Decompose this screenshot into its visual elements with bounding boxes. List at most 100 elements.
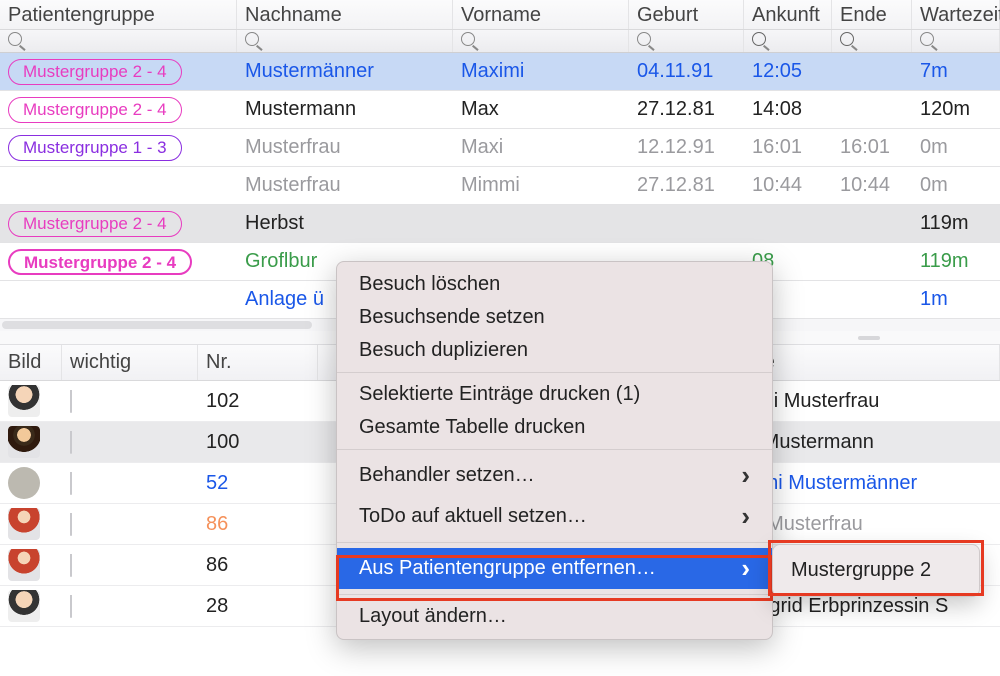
search-icon: [461, 32, 475, 46]
col-header-bild[interactable]: Bild: [0, 345, 62, 380]
cell-ankunft: 10:44: [744, 174, 832, 197]
cell-geburt: 27.12.81: [629, 174, 744, 197]
table-row[interactable]: Mustergruppe 1 - 3 MusterfrauMaxi12.12.91…: [0, 129, 1000, 167]
avatar: [8, 590, 40, 622]
important-checkbox[interactable]: [70, 595, 72, 618]
avatar: [8, 549, 40, 581]
cell-avatar: [0, 549, 62, 581]
cell-wichtig: [62, 472, 198, 495]
filter-vorname[interactable]: [453, 30, 629, 52]
cell-nachname: Musterfrau: [237, 174, 453, 197]
menu-separator: [337, 542, 772, 543]
important-checkbox[interactable]: [70, 554, 72, 577]
cell-nr: 52: [198, 472, 318, 495]
menu-separator: [337, 594, 772, 595]
filter-wartezeit[interactable]: [912, 30, 1000, 52]
menu-item-label: Selektierte Einträge drucken (1): [359, 383, 640, 406]
cell-vorname: Max: [453, 98, 629, 121]
col-header-wichtig[interactable]: wichtig: [62, 345, 198, 380]
cell-nr: 28: [198, 595, 318, 618]
cell-nachname: Mustermänner: [237, 60, 453, 83]
cell-wichtig: [62, 554, 198, 577]
cell-nachname: Mustermann: [237, 98, 453, 121]
group-pill: Mustergruppe 2 - 4: [8, 249, 192, 275]
context-submenu[interactable]: Mustergruppe 2: [772, 544, 980, 597]
menu-item[interactable]: Layout ändern…: [337, 600, 772, 633]
cell-group: Mustergruppe 2 - 4: [0, 249, 237, 275]
cell-group: Mustergruppe 2 - 4: [0, 97, 237, 123]
avatar: [8, 508, 40, 540]
cell-avatar: [0, 467, 62, 499]
cell-wichtig: [62, 390, 198, 413]
filter-ankunft[interactable]: [744, 30, 832, 52]
cell-wartezeit: 0m: [912, 174, 1000, 197]
cell-ankunft: 16:01: [744, 136, 832, 159]
menu-item[interactable]: Besuch löschen: [337, 268, 772, 301]
filter-ende[interactable]: [832, 30, 912, 52]
menu-item[interactable]: Gesamte Tabelle drucken: [337, 411, 772, 444]
table-row[interactable]: Mustergruppe 2 - 4MustermännerMaximi04.1…: [0, 53, 1000, 91]
cell-group: Mustergruppe 2 - 4: [0, 211, 237, 237]
table-row[interactable]: Mustergruppe 2 - 4 Herbst 119m: [0, 205, 1000, 243]
cell-nr: 86: [198, 513, 318, 536]
cell-ankunft: 12:05: [744, 60, 832, 83]
avatar: [8, 426, 40, 458]
col-header-nachname[interactable]: Nachname: [237, 0, 453, 29]
col-header-wartezeit[interactable]: Wartezeit: [912, 0, 1000, 29]
cell-ende: 16:01: [832, 136, 912, 159]
cell-nachname: Herbst: [237, 212, 453, 235]
menu-item-label: ToDo auf aktuell setzen…: [359, 505, 587, 528]
cell-nachname: Musterfrau: [237, 136, 453, 159]
menu-item[interactable]: Behandler setzen…: [337, 455, 772, 496]
cell-wartezeit: 119m: [912, 250, 1000, 273]
table-row[interactable]: Mustergruppe 2 - 4MustermannMax27.12.81 1…: [0, 91, 1000, 129]
filter-nachname[interactable]: [237, 30, 453, 52]
cell-wartezeit: 120m: [912, 98, 1000, 121]
submenu-item-mustergruppe-2[interactable]: Mustergruppe 2: [773, 551, 979, 590]
col-header-vorname[interactable]: Vorname: [453, 0, 629, 29]
menu-item[interactable]: Besuch duplizieren: [337, 334, 772, 367]
table-row[interactable]: MusterfrauMimmi27.12.8110:4410:440m: [0, 167, 1000, 205]
menu-item-label: Layout ändern…: [359, 605, 507, 628]
col-header-ende[interactable]: Ende: [832, 0, 912, 29]
important-checkbox[interactable]: [70, 431, 72, 454]
divider-handle-icon: [858, 336, 880, 340]
cell-nr: 102: [198, 390, 318, 413]
filter-patientengruppe[interactable]: [0, 30, 237, 52]
col-header-nr[interactable]: Nr.: [198, 345, 318, 380]
cell-geburt: 27.12.81: [629, 98, 744, 121]
search-icon: [245, 32, 259, 46]
menu-item-label: Besuch duplizieren: [359, 339, 528, 362]
cell-vorname: Maxi: [453, 136, 629, 159]
cell-geburt: 12.12.91: [629, 136, 744, 159]
cell-avatar: [0, 426, 62, 458]
cell-nr: 86: [198, 554, 318, 577]
scrollbar-thumb[interactable]: [2, 321, 312, 329]
search-icon: [637, 32, 651, 46]
cell-wichtig: [62, 513, 198, 536]
important-checkbox[interactable]: [70, 390, 72, 413]
menu-item-label: Besuch löschen: [359, 273, 500, 296]
context-menu[interactable]: Besuch löschen Besuchsende setzen Besuch d…: [336, 261, 773, 640]
menu-item[interactable]: Selektierte Einträge drucken (1): [337, 378, 772, 411]
important-checkbox[interactable]: [70, 513, 72, 536]
top-header-row: Patientengruppe Nachname Vorname Geburt …: [0, 0, 1000, 30]
cell-wartezeit: 1m: [912, 288, 1000, 311]
cell-wartezeit: 119m: [912, 212, 1000, 235]
col-header-patientengruppe[interactable]: Patientengruppe: [0, 0, 237, 29]
avatar: [8, 467, 40, 499]
menu-item[interactable]: Besuchsende setzen: [337, 301, 772, 334]
cell-nr: 100: [198, 431, 318, 454]
col-header-ankunft[interactable]: Ankunft: [744, 0, 832, 29]
menu-separator: [337, 449, 772, 450]
col-header-geburt[interactable]: Geburt: [629, 0, 744, 29]
group-pill: Mustergruppe 2 - 4: [8, 211, 182, 237]
filter-geburt[interactable]: [629, 30, 744, 52]
group-pill: Mustergruppe 1 - 3: [8, 135, 182, 161]
important-checkbox[interactable]: [70, 472, 72, 495]
group-pill: Mustergruppe 2 - 4: [8, 59, 182, 85]
menu-item-remove-from-group[interactable]: Aus Patientengruppe entfernen…: [337, 548, 772, 589]
menu-item[interactable]: ToDo auf aktuell setzen…: [337, 496, 772, 537]
cell-wichtig: [62, 595, 198, 618]
cell-vorname: Mimmi: [453, 174, 629, 197]
